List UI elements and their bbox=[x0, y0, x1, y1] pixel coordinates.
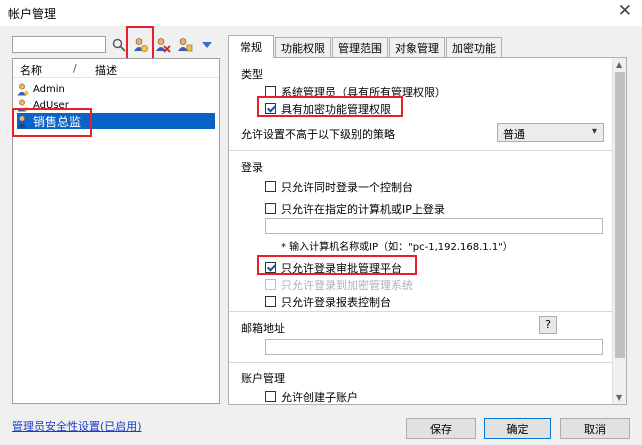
user-icon bbox=[17, 83, 29, 96]
login-specific-ip-label: 只允许在指定的计算机或IP上登录 bbox=[281, 203, 445, 216]
delete-user-icon[interactable] bbox=[154, 36, 172, 54]
cancel-button[interactable]: 取消 bbox=[560, 418, 630, 439]
list-header: 名称 / 描述 bbox=[13, 59, 219, 78]
allow-subaccount-checkbox[interactable] bbox=[265, 391, 276, 402]
login-single-console-label: 只允许同时登录一个控制台 bbox=[281, 181, 413, 194]
column-name[interactable]: 名称 bbox=[20, 62, 42, 78]
vertical-scrollbar[interactable]: ▲ ▼ bbox=[612, 58, 626, 404]
divider bbox=[229, 150, 613, 151]
user-icon bbox=[17, 99, 29, 112]
login-encryption-checkbox bbox=[265, 279, 276, 290]
help-button[interactable]: ? bbox=[539, 316, 557, 334]
login-approval-label: 只允许登录审批管理平台 bbox=[281, 262, 402, 275]
scroll-down-icon[interactable]: ▼ bbox=[616, 393, 622, 402]
column-separator: / bbox=[73, 62, 77, 75]
scroll-thumb[interactable] bbox=[615, 72, 625, 358]
sysadmin-checkbox[interactable] bbox=[265, 86, 276, 97]
section-account-title: 账户管理 bbox=[241, 372, 285, 385]
login-encryption-label: 只允许登录到加密管理系统 bbox=[281, 279, 413, 292]
ok-button[interactable]: 确定 bbox=[484, 418, 551, 439]
add-user-icon[interactable] bbox=[132, 36, 150, 54]
title-bar: 帐户管理 ✕ bbox=[0, 0, 642, 26]
close-button[interactable]: ✕ bbox=[618, 1, 632, 21]
list-item-label: AdUser bbox=[33, 99, 69, 111]
scroll-up-icon[interactable]: ▲ bbox=[616, 60, 622, 69]
policy-level-value: 普通 bbox=[503, 128, 525, 141]
login-specific-ip-checkbox[interactable] bbox=[265, 203, 276, 214]
policy-level-label: 允许设置不高于以下级别的策略 bbox=[241, 128, 395, 141]
ip-hint: * 输入计算机名称或IP（如："pc-1,192.168.1.1"） bbox=[281, 242, 513, 253]
tab-feature-permissions[interactable]: 功能权限 bbox=[275, 37, 331, 57]
search-icon[interactable] bbox=[110, 36, 128, 54]
search-input[interactable] bbox=[12, 36, 106, 53]
dropdown-arrow-icon[interactable] bbox=[198, 36, 216, 54]
login-approval-checkbox[interactable] bbox=[265, 262, 276, 273]
section-login-title: 登录 bbox=[241, 161, 263, 174]
user-icon bbox=[17, 115, 29, 128]
sysadmin-label: 系统管理员（具有所有管理权限） bbox=[281, 86, 446, 99]
ip-input[interactable] bbox=[265, 218, 603, 234]
divider bbox=[229, 362, 613, 363]
security-settings-link[interactable]: 管理员安全性设置(已启用) bbox=[12, 418, 142, 434]
login-report-label: 只允许登录报表控制台 bbox=[281, 296, 391, 309]
section-type-title: 类型 bbox=[241, 68, 263, 81]
section-email-title: 邮箱地址 bbox=[241, 322, 285, 335]
list-item-label: 销售总监 bbox=[33, 114, 82, 129]
list-item[interactable]: AdUser bbox=[17, 97, 215, 113]
tab-general[interactable]: 常规 bbox=[228, 35, 274, 58]
tab-management-scope[interactable]: 管理范围 bbox=[332, 37, 388, 57]
tab-encryption[interactable]: 加密功能 bbox=[446, 37, 502, 57]
list-item-label: Admin bbox=[33, 83, 65, 95]
encrypt-permission-checkbox[interactable] bbox=[265, 103, 276, 114]
policy-level-select[interactable]: 普通 ▾ bbox=[497, 123, 604, 142]
column-desc[interactable]: 描述 bbox=[95, 62, 117, 78]
list-item-selected[interactable]: 销售总监 bbox=[17, 113, 215, 129]
divider bbox=[229, 311, 613, 312]
save-button[interactable]: 保存 bbox=[406, 418, 476, 439]
chevron-down-icon: ▾ bbox=[591, 126, 597, 137]
edit-user-icon[interactable] bbox=[176, 36, 194, 54]
allow-subaccount-label: 允许创建子账户 bbox=[281, 391, 358, 404]
list-item[interactable]: Admin bbox=[17, 81, 215, 97]
window-title: 帐户管理 bbox=[8, 7, 57, 21]
tab-object-management[interactable]: 对象管理 bbox=[389, 37, 445, 57]
general-tab-panel: 类型 系统管理员（具有所有管理权限） 具有加密功能管理权限 允许设置不高于以下级… bbox=[228, 57, 627, 405]
user-list[interactable]: 名称 / 描述 Admin AdUser 销售总监 bbox=[12, 58, 220, 404]
login-report-checkbox[interactable] bbox=[265, 296, 276, 307]
email-input[interactable] bbox=[265, 339, 603, 355]
encrypt-permission-label: 具有加密功能管理权限 bbox=[281, 103, 391, 116]
login-single-console-checkbox[interactable] bbox=[265, 181, 276, 192]
